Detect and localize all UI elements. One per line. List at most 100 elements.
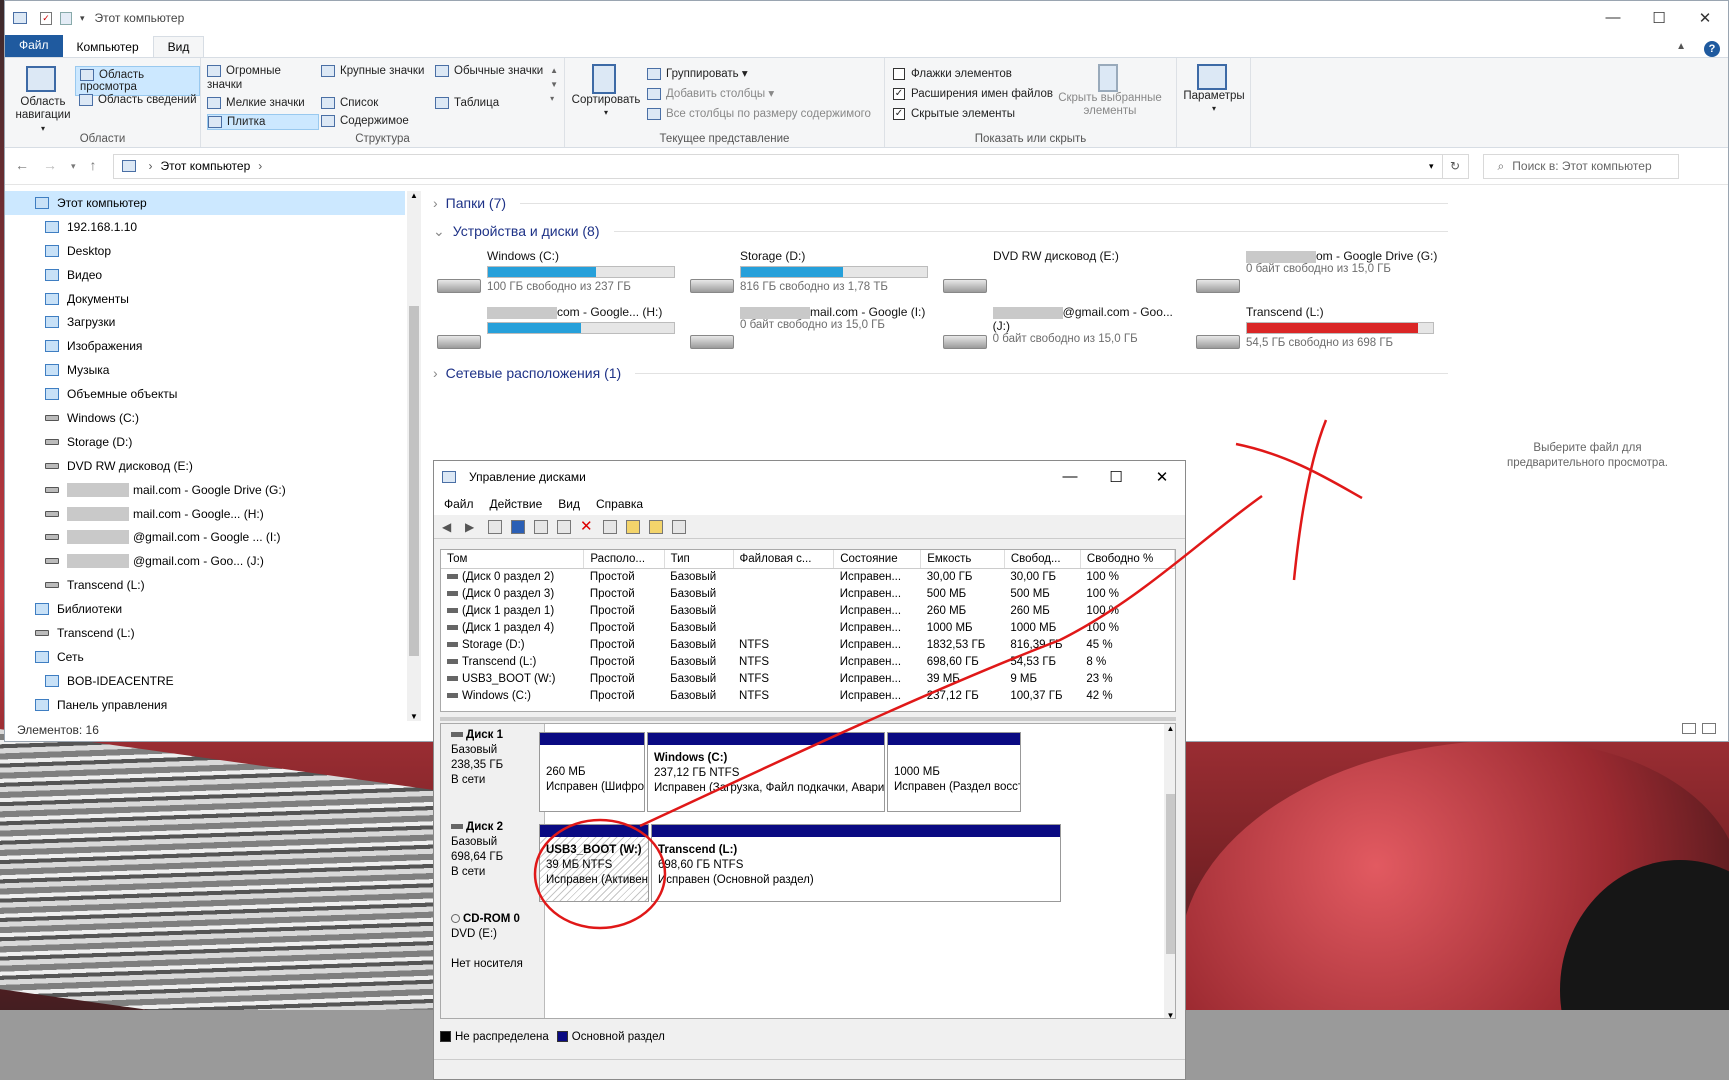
item-checkboxes-option[interactable]: Флажки элементов: [893, 64, 1053, 84]
column-header[interactable]: Файловая с...: [733, 550, 835, 569]
menu-view[interactable]: Вид: [558, 497, 580, 511]
console-tree-icon[interactable]: [488, 519, 502, 534]
column-header[interactable]: Том: [441, 550, 585, 569]
minimize-button[interactable]: —: [1590, 9, 1636, 27]
table-row[interactable]: Transcend (L:) Простой Базовый NTFS Исправен…: [441, 653, 1175, 670]
table-row[interactable]: USB3_BOOT (W:) Простой Базовый NTFS Исправен…: [441, 670, 1175, 687]
column-header[interactable]: Свобод...: [1004, 550, 1081, 569]
forward-arrow-icon[interactable]: →: [43, 157, 57, 175]
folder-up-icon[interactable]: [626, 519, 640, 534]
group-by-button[interactable]: Группировать ▾: [647, 64, 871, 84]
layout-content[interactable]: Содержимое: [321, 114, 433, 130]
scroll-down-icon[interactable]: ▼: [1164, 1011, 1175, 1018]
hidden-items-option[interactable]: ✓ Скрытые элементы: [893, 104, 1053, 124]
layout-large[interactable]: Крупные значки: [321, 64, 433, 92]
properties-icon[interactable]: ✓: [40, 11, 52, 25]
sort-button[interactable]: Сортировать ▾: [571, 64, 641, 118]
nav-item[interactable]: Объемные объекты: [5, 382, 421, 406]
menu-file[interactable]: Файл: [444, 497, 474, 511]
table-row[interactable]: (Диск 1 раздел 4) Простой Базовый Исправен.…: [441, 619, 1175, 636]
scroll-thumb[interactable]: [409, 306, 419, 656]
address-bar[interactable]: › Этот компьютер › ▾: [112, 153, 1443, 179]
nav-item[interactable]: Desktop: [5, 239, 421, 263]
drive-tile[interactable]: Storage (D:) 816 ГБ свободно из 1,78 ТБ: [686, 249, 939, 301]
extensions-option[interactable]: ✓ Расширения имен файлов: [893, 84, 1053, 104]
checklist-icon[interactable]: [603, 519, 617, 534]
column-header[interactable]: Располо...: [583, 550, 665, 569]
address-dropdown-icon[interactable]: ▾: [1429, 161, 1434, 172]
folder-search-icon[interactable]: [649, 519, 663, 534]
search-input[interactable]: ⌕ Поиск в: Этот компьютер: [1482, 153, 1679, 179]
layout-small[interactable]: Мелкие значки: [207, 96, 319, 110]
drive-tile[interactable]: Windows (C:) 100 ГБ свободно из 237 ГБ: [433, 249, 686, 301]
nav-item[interactable]: Библиотеки: [5, 597, 421, 621]
tab-view[interactable]: Вид: [152, 36, 205, 57]
nav-item[interactable]: Transcend (L:): [5, 621, 421, 645]
partition-block[interactable]: 1000 МБ Исправен (Раздел восст: [887, 732, 1021, 812]
nav-item[interactable]: mail.com - Google... (H:): [5, 502, 421, 526]
options-button[interactable]: Параметры ▾: [1181, 64, 1247, 114]
connect-icon[interactable]: [557, 519, 571, 534]
delete-icon[interactable]: ✕: [580, 519, 594, 534]
nav-item[interactable]: @gmail.com - Goo... (J:): [5, 549, 421, 573]
checkbox-checked[interactable]: ✓: [893, 87, 905, 100]
nav-item[interactable]: Документы: [5, 287, 421, 311]
partition-block[interactable]: Windows (C:) 237,12 ГБ NTFS Исправен (Загр…: [647, 732, 885, 812]
layout-list[interactable]: Список: [321, 96, 433, 110]
table-row[interactable]: (Диск 1 раздел 1) Простой Базовый Исправен.…: [441, 602, 1175, 619]
drive-tile[interactable]: DVD RW дисковод (E:): [939, 249, 1192, 301]
layout-extra-large[interactable]: Огромные значки: [207, 64, 319, 92]
menu-action[interactable]: Действие: [490, 497, 543, 511]
back-arrow-icon[interactable]: ◀: [442, 520, 456, 534]
drive-tile[interactable]: om - Google Drive (G:) 0 байт свободно из…: [1192, 249, 1445, 301]
new-folder-icon[interactable]: [60, 11, 72, 25]
nav-item[interactable]: BOB-IDEACENTRE: [5, 669, 421, 693]
customize-qat-icon[interactable]: ▾: [80, 13, 85, 24]
table-row[interactable]: Windows (C:) Простой Базовый NTFS Исправен..…: [441, 687, 1175, 704]
scroll-thumb[interactable]: [1166, 794, 1175, 954]
layout-tiles[interactable]: Плитка: [207, 114, 319, 130]
nav-item[interactable]: mail.com - Google Drive (G:): [5, 478, 421, 502]
checkbox-unchecked[interactable]: [893, 67, 905, 80]
nav-item[interactable]: Видео: [5, 263, 421, 287]
recent-chevron-icon[interactable]: ▾: [71, 157, 76, 175]
drive-tile[interactable]: Transcend (L:) 54,5 ГБ свободно из 698 ГБ: [1192, 305, 1445, 357]
disk-label[interactable]: Диск 2 Базовый 698,64 ГБ В сети: [441, 816, 545, 908]
column-header[interactable]: Емкость: [920, 550, 1005, 569]
partition-block[interactable]: 260 МБ Исправен (Шифро: [539, 732, 645, 812]
properties-icon[interactable]: [534, 519, 548, 534]
tab-computer[interactable]: Компьютер: [63, 37, 153, 57]
hide-selected-button[interactable]: Скрыть выбранные элементы: [1051, 64, 1169, 118]
section-folders[interactable]: › Папки (7): [433, 191, 1448, 215]
drive-tile[interactable]: @gmail.com - Goo... (J:) 0 байт свободно …: [939, 305, 1192, 357]
cdrom-label[interactable]: CD-ROM 0 DVD (E:) Нет носителя: [441, 908, 545, 1018]
nav-item[interactable]: DVD RW дисковод (E:): [5, 454, 421, 478]
help-icon[interactable]: [511, 519, 525, 534]
scroll-up-icon[interactable]: ▲: [1164, 724, 1175, 733]
nav-item[interactable]: Загрузки: [5, 310, 421, 334]
section-devices[interactable]: ⌄ Устройства и диски (8): [433, 219, 1448, 243]
nav-item[interactable]: Музыка: [5, 358, 421, 382]
layout-scroll[interactable]: ▲ ▼ ▾: [550, 64, 558, 106]
disk-view-scrollbar[interactable]: ▲ ▼: [1164, 724, 1175, 1018]
up-arrow-icon[interactable]: ↑: [90, 157, 97, 175]
partition-block[interactable]: Transcend (L:) 698,60 ГБ NTFS Исправен (Ос…: [651, 824, 1061, 902]
close-button[interactable]: ✕: [1682, 9, 1728, 27]
table-row[interactable]: (Диск 0 раздел 2) Простой Базовый Исправен.…: [441, 568, 1175, 585]
scroll-up-icon[interactable]: ▲: [407, 191, 421, 200]
forward-arrow-icon[interactable]: ▶: [465, 520, 479, 534]
tiles-view-icon[interactable]: [1702, 723, 1716, 734]
table-row[interactable]: (Диск 0 раздел 3) Простой Базовый Исправен.…: [441, 585, 1175, 602]
nav-item[interactable]: Сеть: [5, 645, 421, 669]
preview-pane-button[interactable]: Область просмотра: [75, 66, 200, 97]
section-network[interactable]: › Сетевые расположения (1): [433, 361, 1448, 385]
nav-item[interactable]: Панель управления: [5, 693, 421, 717]
details-view-icon[interactable]: [1682, 723, 1696, 734]
column-header[interactable]: Тип: [664, 550, 734, 569]
collapse-ribbon-icon[interactable]: ▲: [1676, 41, 1686, 57]
maximize-button[interactable]: ☐: [1093, 468, 1139, 486]
pane-splitter[interactable]: [440, 717, 1176, 721]
layout-medium[interactable]: Обычные значки: [435, 64, 547, 92]
back-arrow-icon[interactable]: ←: [15, 157, 29, 175]
refresh-icon[interactable]: ↻: [1442, 153, 1469, 179]
